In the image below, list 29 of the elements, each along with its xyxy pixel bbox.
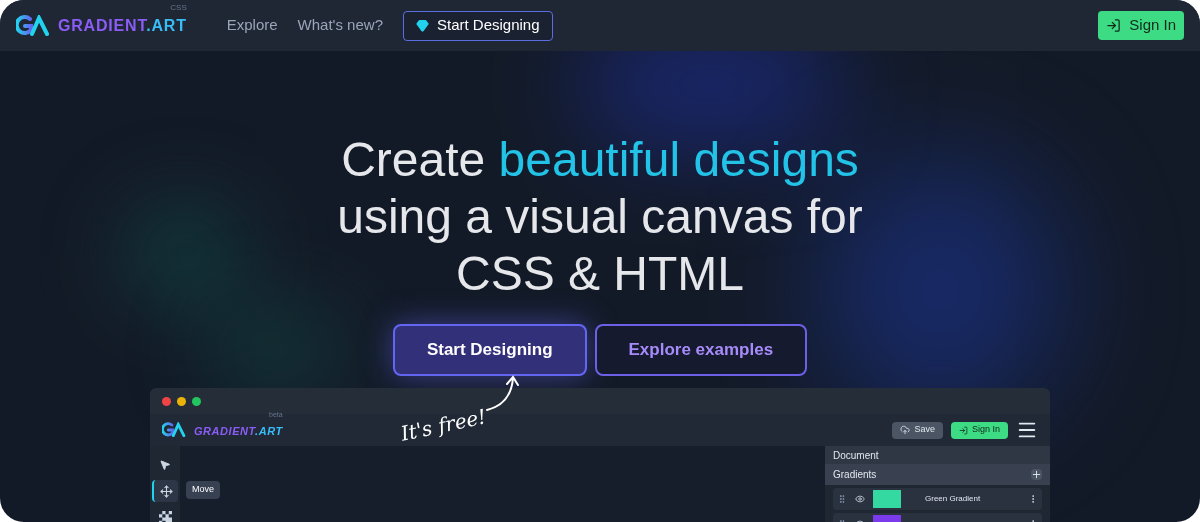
logo-icon	[16, 14, 50, 37]
layer-name: Green Gradient	[925, 493, 981, 505]
explore-examples-button[interactable]: Explore examples	[594, 324, 808, 376]
logo-text: GRADIENT.ART	[58, 16, 187, 34]
hero-headline: Create beautiful designs using a visual canvas for CSS & HTML	[337, 132, 863, 302]
sign-in-button[interactable]: Sign In	[950, 421, 1008, 439]
curved-arrow-icon	[485, 374, 521, 414]
move-icon	[159, 484, 173, 498]
logo-icon	[162, 422, 186, 438]
start-designing-button[interactable]: Start Designing	[392, 324, 587, 376]
handwritten-note: It's free!	[397, 403, 489, 448]
tool-button[interactable]	[152, 480, 178, 502]
add-icon[interactable]	[1031, 469, 1042, 480]
panel-title: Document	[825, 446, 1050, 464]
sign-in-icon	[1106, 18, 1122, 33]
nav-link[interactable]: Explore	[226, 14, 278, 37]
layer-row[interactable]: Green Gradient	[833, 488, 1042, 510]
pointer-icon	[159, 459, 171, 471]
nav-link[interactable]: What's new?	[297, 14, 383, 37]
save-button[interactable]: Save	[892, 421, 943, 439]
cloud-icon	[900, 425, 911, 435]
logo-superscript: CSS	[170, 1, 187, 14]
gem-icon	[416, 19, 429, 32]
tooltip: Move	[186, 481, 220, 499]
sign-in-icon	[958, 425, 968, 435]
start-designing-button[interactable]: Start Designing	[403, 10, 553, 41]
sign-in-button[interactable]: Sign In	[1098, 11, 1184, 40]
logo-text: GRADIENT.ART	[194, 425, 283, 437]
section-title: Gradients	[833, 468, 877, 482]
